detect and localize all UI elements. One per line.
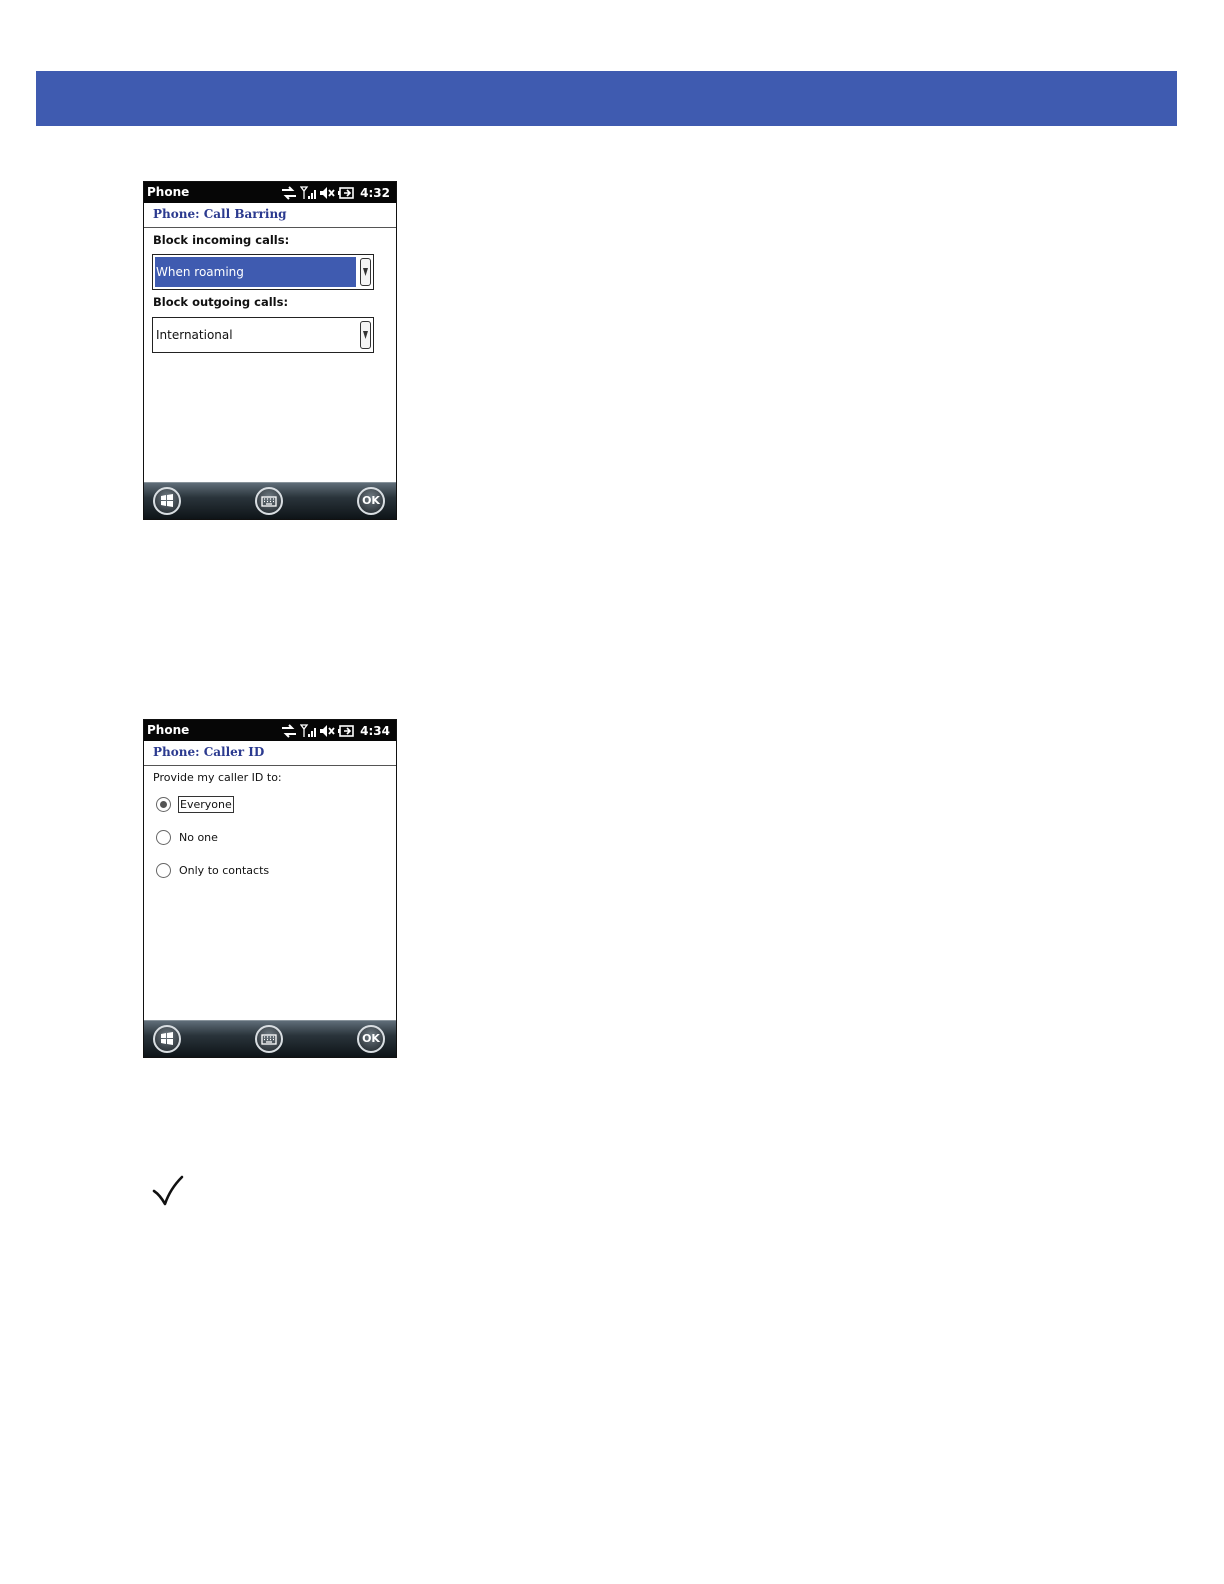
- ok-button[interactable]: OK: [357, 1025, 385, 1053]
- radio-option-no-one[interactable]: No one: [156, 828, 219, 846]
- speaker-muted-icon: [319, 186, 335, 200]
- title-bar: Phone: Caller ID: [144, 741, 396, 766]
- keyboard-icon: [261, 496, 277, 507]
- radio-label: Everyone: [178, 795, 234, 813]
- outgoing-calls-label: Block outgoing calls:: [153, 295, 289, 309]
- soft-key-bar: OK: [144, 1020, 396, 1057]
- start-button[interactable]: [153, 1025, 181, 1053]
- windows-start-icon: [161, 1032, 173, 1045]
- keyboard-button[interactable]: [255, 487, 283, 515]
- incoming-calls-dropdown[interactable]: When roaming: [152, 254, 374, 290]
- data-sync-icon: [281, 185, 297, 200]
- radio-option-only-to-contacts[interactable]: Only to contacts: [156, 861, 270, 879]
- dropdown-arrow-button[interactable]: [360, 258, 371, 286]
- screen-title: Phone: Caller ID: [153, 745, 265, 759]
- radio-option-everyone[interactable]: Everyone: [156, 795, 234, 813]
- radio-button[interactable]: [156, 829, 171, 845]
- data-sync-icon: [281, 723, 297, 738]
- signal-icon: [300, 185, 317, 200]
- status-bar: Phone 4:34: [144, 720, 396, 741]
- ok-label: OK: [362, 494, 380, 507]
- status-bar: Phone 4:32: [144, 182, 396, 203]
- header-band: [36, 71, 1177, 126]
- outgoing-calls-value: International: [156, 328, 233, 342]
- app-name: Phone: [147, 185, 190, 199]
- start-button[interactable]: [153, 487, 181, 515]
- chevron-down-icon: [363, 331, 368, 339]
- chevron-down-icon: [363, 268, 368, 276]
- caller-id-screenshot: Phone 4:34 Phone: Caller ID Provide my c…: [143, 719, 397, 1058]
- dropdown-arrow-button[interactable]: [360, 321, 371, 349]
- call-barring-screenshot: Phone 4:32 Phone: Call Barring Block inc…: [143, 181, 397, 520]
- check-icon: [152, 1175, 184, 1211]
- clock: 4:34: [360, 723, 390, 738]
- keyboard-button[interactable]: [255, 1025, 283, 1053]
- radio-label: No one: [179, 830, 218, 844]
- battery-icon: [338, 724, 355, 738]
- signal-icon: [300, 723, 317, 738]
- battery-icon: [338, 186, 355, 200]
- outgoing-calls-dropdown[interactable]: International: [152, 317, 374, 353]
- screen-title: Phone: Call Barring: [153, 207, 287, 221]
- title-bar: Phone: Call Barring: [144, 203, 396, 228]
- caller-id-prompt: Provide my caller ID to:: [153, 771, 282, 784]
- ok-button[interactable]: OK: [357, 487, 385, 515]
- windows-start-icon: [161, 494, 173, 507]
- radio-button-checked[interactable]: [156, 796, 171, 812]
- clock: 4:32: [360, 185, 390, 200]
- speaker-muted-icon: [319, 724, 335, 738]
- keyboard-icon: [261, 1034, 277, 1045]
- ok-label: OK: [362, 1032, 380, 1045]
- soft-key-bar: OK: [144, 482, 396, 519]
- incoming-calls-value: When roaming: [155, 257, 356, 287]
- app-name: Phone: [147, 723, 190, 737]
- radio-label: Only to contacts: [179, 863, 270, 877]
- incoming-calls-label: Block incoming calls:: [153, 233, 290, 247]
- radio-button[interactable]: [156, 862, 171, 878]
